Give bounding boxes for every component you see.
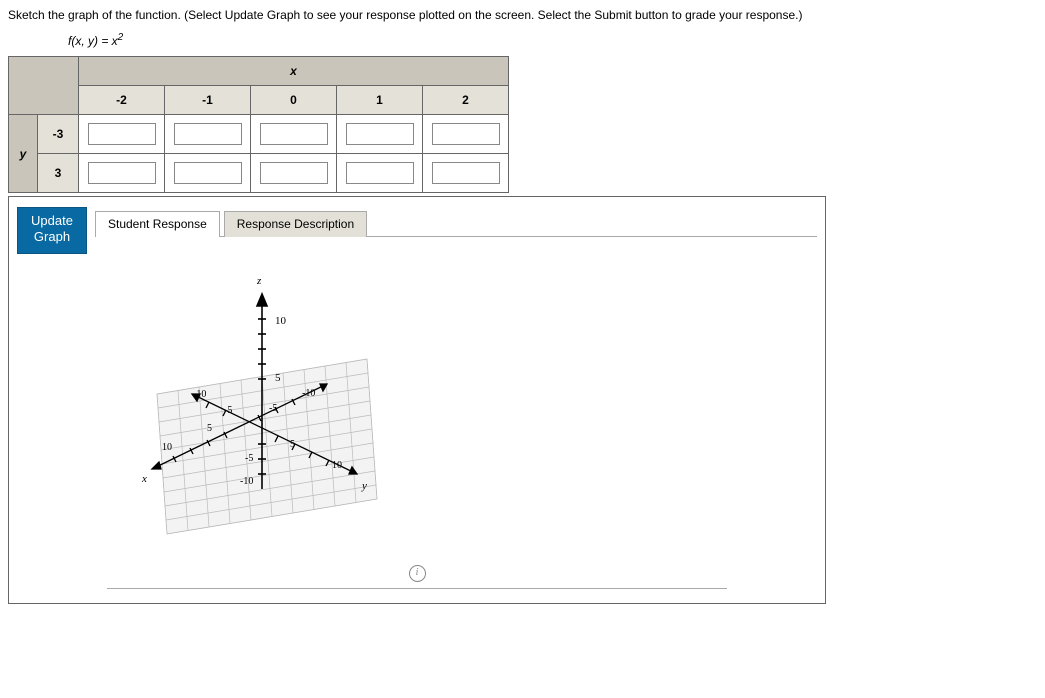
svg-text:-10: -10	[302, 388, 315, 399]
graph-panel: Update Graph Student Response Response D…	[8, 196, 826, 604]
row-label-0: -3	[38, 115, 79, 154]
cell-input-r1c0[interactable]	[88, 162, 156, 184]
update-graph-button[interactable]: Update Graph	[17, 207, 87, 254]
info-icon[interactable]: i	[409, 565, 426, 582]
col-label-2: 0	[251, 86, 337, 115]
equation-exponent: 2	[118, 32, 124, 43]
tab-student-response[interactable]: Student Response	[95, 211, 220, 237]
equation-lhs: f(x, y) = x	[68, 34, 118, 48]
equation: f(x, y) = x2	[68, 32, 1037, 48]
svg-text:5: 5	[275, 372, 281, 384]
cell-input-r1c1[interactable]	[174, 162, 242, 184]
plot-3d: z x y 10 5 10 5 -5 -10 -10 -5 5 10 -5 -1…	[97, 264, 437, 564]
tab-response-description[interactable]: Response Description	[224, 211, 367, 237]
cell-input-r0c3[interactable]	[346, 123, 414, 145]
grid-plane	[157, 359, 377, 534]
svg-text:-5: -5	[245, 453, 253, 464]
table-corner	[9, 57, 79, 115]
cell-input-r1c4[interactable]	[432, 162, 500, 184]
cell-input-r0c0[interactable]	[88, 123, 156, 145]
svg-text:-5: -5	[224, 405, 232, 416]
svg-text:-5: -5	[269, 403, 277, 414]
instructions-text: Sketch the graph of the function. (Selec…	[8, 8, 1037, 22]
y-axis-header: y	[9, 115, 38, 193]
svg-text:5: 5	[207, 423, 212, 434]
svg-text:10: 10	[162, 442, 172, 453]
col-label-4: 2	[423, 86, 509, 115]
row-label-1: 3	[38, 154, 79, 193]
svg-text:-10: -10	[193, 389, 206, 400]
cell-input-r0c2[interactable]	[260, 123, 328, 145]
svg-text:-10: -10	[240, 476, 253, 487]
col-label-1: -1	[165, 86, 251, 115]
col-label-3: 1	[337, 86, 423, 115]
data-table: x -2 -1 0 1 2 y -3 3	[8, 56, 509, 193]
svg-text:5: 5	[290, 439, 295, 450]
svg-text:y: y	[361, 480, 367, 492]
x-axis-header: x	[79, 57, 509, 86]
col-label-0: -2	[79, 86, 165, 115]
svg-text:z: z	[256, 275, 262, 287]
cell-input-r1c2[interactable]	[260, 162, 328, 184]
cell-input-r0c1[interactable]	[174, 123, 242, 145]
tab-bar: Student Response Response Description	[95, 210, 817, 237]
cell-input-r1c3[interactable]	[346, 162, 414, 184]
svg-text:x: x	[141, 473, 147, 485]
cell-input-r0c4[interactable]	[432, 123, 500, 145]
svg-text:10: 10	[332, 460, 342, 471]
divider	[107, 588, 727, 589]
axes-3d-svg: z x y 10 5 10 5 -5 -10 -10 -5 5 10 -5 -1…	[97, 264, 437, 564]
svg-text:10: 10	[275, 315, 287, 327]
